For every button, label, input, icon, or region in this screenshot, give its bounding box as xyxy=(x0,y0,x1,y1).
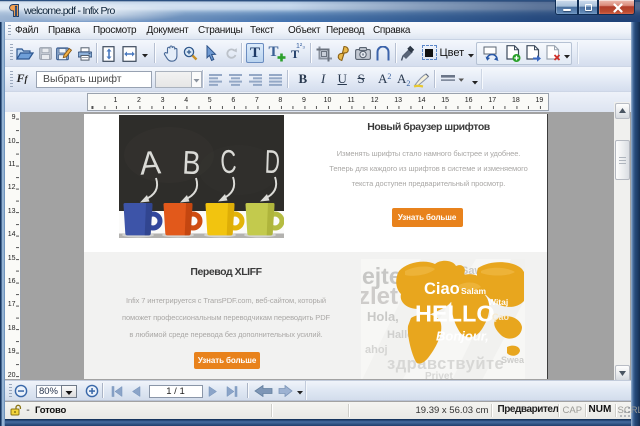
svg-text:Hola,: Hola, xyxy=(367,309,399,324)
svg-text:D: D xyxy=(264,143,280,181)
svg-text:C: C xyxy=(219,143,237,181)
svg-text:Privet: Privet xyxy=(425,371,453,380)
svg-text:Swea: Swea xyxy=(501,355,525,365)
svg-text:HELLO: HELLO xyxy=(415,300,495,326)
svg-text:ahoj: ahoj xyxy=(365,344,388,356)
svg-text:Salam: Salam xyxy=(461,286,486,296)
svg-text:Çao: Çao xyxy=(492,312,510,322)
svg-text:A: A xyxy=(138,143,162,181)
svg-text:Ciao: Ciao xyxy=(424,280,460,298)
svg-text:zlet: zlet xyxy=(361,283,398,310)
svg-text:B: B xyxy=(181,144,201,182)
svg-text:Bonjour,: Bonjour, xyxy=(436,328,489,343)
